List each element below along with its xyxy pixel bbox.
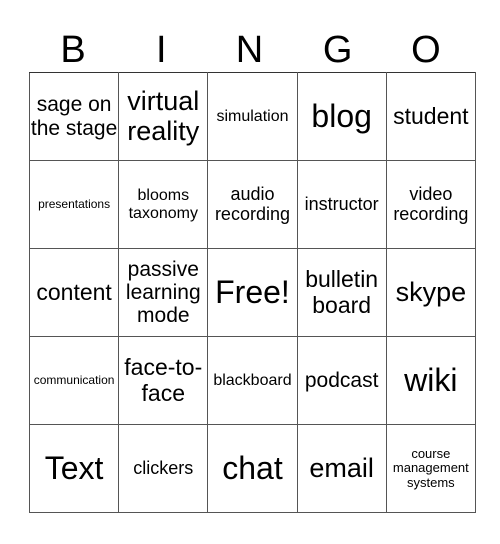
- header-letter-i: I: [156, 29, 167, 71]
- header-letter-n: N: [235, 29, 264, 71]
- bingo-cell-text: email: [309, 452, 374, 483]
- bingo-cell-text: clickers: [133, 457, 194, 478]
- bingo-cell[interactable]: presentations: [28, 160, 120, 249]
- bingo-cell-text: student: [393, 102, 469, 129]
- header-letter-g: G: [322, 29, 353, 71]
- bingo-cell-text: audio recording: [214, 183, 290, 224]
- bingo-cell[interactable]: instructor: [296, 160, 387, 249]
- bingo-grid: sage on the stage virtual reality simulati…: [28, 72, 476, 513]
- bingo-cell-text: Free!: [215, 273, 290, 310]
- bingo-cell[interactable]: wiki: [385, 336, 476, 425]
- grid-row: content passive learning mode Free! bulleti…: [28, 248, 476, 337]
- bingo-cell[interactable]: blog: [296, 72, 387, 161]
- header-letter-o: O: [411, 29, 441, 71]
- bingo-cell[interactable]: course management systems: [385, 424, 476, 513]
- bingo-cell-text: blooms taxonomy: [128, 186, 198, 222]
- bingo-cell-text: blackboard: [213, 371, 292, 389]
- bingo-cell[interactable]: virtual reality: [118, 72, 209, 161]
- bingo-cell[interactable]: podcast: [296, 336, 387, 425]
- bingo-cell[interactable]: skype: [385, 248, 476, 337]
- bingo-cell-text: communication: [33, 372, 115, 387]
- bingo-cell-text: presentations: [38, 196, 111, 211]
- bingo-cell[interactable]: audio recording: [207, 160, 298, 249]
- bingo-cell-text: wiki: [404, 361, 458, 398]
- bingo-header: B I N G O: [29, 28, 470, 72]
- bingo-cell[interactable]: bulletin board: [296, 248, 387, 337]
- bingo-cell-text: course management systems: [392, 446, 469, 490]
- bingo-cell-text: Text: [44, 449, 104, 486]
- bingo-cell[interactable]: Text: [28, 424, 120, 513]
- bingo-cell-text: content: [36, 278, 112, 305]
- bingo-cell[interactable]: sage on the stage: [28, 72, 120, 161]
- bingo-cell-text: face-to-face: [124, 354, 203, 406]
- grid-row: Text clickers chat email course management s…: [28, 424, 476, 513]
- bingo-cell-text: skype: [395, 276, 467, 307]
- bingo-cell-text: blog: [311, 97, 372, 134]
- bingo-cell[interactable]: Free!: [207, 248, 298, 337]
- bingo-cell-text: sage on the stage: [30, 93, 118, 140]
- grid-row: presentations blooms taxonomy audio record…: [28, 160, 476, 249]
- bingo-cell-text: passive learning mode: [125, 257, 201, 328]
- bingo-cell[interactable]: passive learning mode: [118, 248, 209, 337]
- bingo-cell-text: bulletin board: [305, 266, 379, 318]
- bingo-cell[interactable]: clickers: [118, 424, 209, 513]
- bingo-cell-text: virtual reality: [127, 85, 200, 146]
- bingo-cell[interactable]: chat: [207, 424, 298, 513]
- grid-row: sage on the stage virtual reality simulati…: [28, 72, 476, 161]
- bingo-cell[interactable]: student: [385, 72, 476, 161]
- bingo-cell[interactable]: blackboard: [207, 336, 298, 425]
- bingo-cell[interactable]: blooms taxonomy: [118, 160, 209, 249]
- bingo-cell[interactable]: content: [28, 248, 120, 337]
- bingo-cell[interactable]: email: [296, 424, 387, 513]
- bingo-cell-text: simulation: [216, 107, 289, 125]
- grid-row: communication face-to-face blackboard podca…: [28, 336, 476, 425]
- bingo-cell[interactable]: video recording: [385, 160, 476, 249]
- bingo-cell[interactable]: communication: [28, 336, 120, 425]
- bingo-cell-text: chat: [222, 449, 283, 486]
- bingo-cell-text: podcast: [304, 368, 379, 392]
- bingo-cell[interactable]: face-to-face: [118, 336, 209, 425]
- header-letter-b: B: [60, 29, 86, 71]
- bingo-cell-text: instructor: [304, 193, 379, 214]
- bingo-cell-text: video recording: [393, 183, 469, 224]
- bingo-cell[interactable]: simulation: [207, 72, 298, 161]
